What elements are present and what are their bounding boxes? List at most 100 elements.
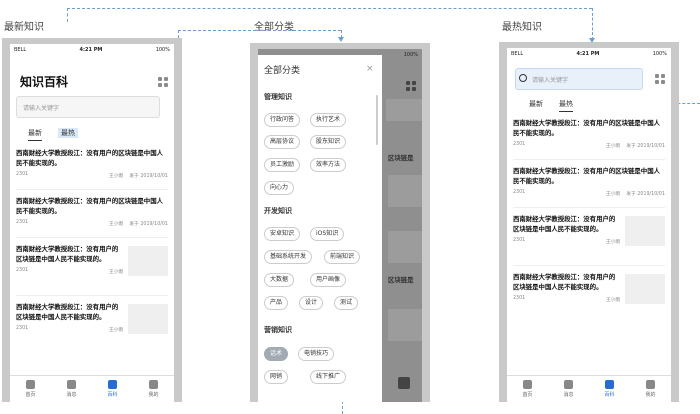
chip-efficiency[interactable]: 效率方法 (310, 158, 347, 172)
article-title: 西南财经大学教授段江：没有用户的区块链是中国人民不能实现的。 (16, 197, 163, 215)
arrow-to-middle-screen (338, 37, 344, 42)
view-count: 2301 (16, 326, 29, 331)
tab-strip: 最新 最热 (28, 128, 78, 141)
tabbar-label: 我的 (645, 392, 656, 398)
dimmed-thumbnail (388, 231, 422, 263)
article-thumbnail (128, 246, 168, 276)
list-item[interactable]: 西南财经大学教授段江：没有用户的区块链是中国人民不能实现的。 2301 王小雨 … (513, 214, 665, 246)
section-label-development: 开发知识 (264, 207, 292, 215)
view-count: 2301 (16, 172, 29, 177)
article-title: 西南财经大学教授段江：没有用户的区块链是中国人民不能实现的。 (16, 303, 119, 321)
chip-telesales[interactable]: 电销技巧 (298, 347, 335, 361)
chip-frontend[interactable]: 前端知识 (324, 250, 361, 264)
tabbar-label: 我的 (148, 392, 159, 398)
date: 发于 2019/10/01 (626, 192, 665, 197)
chip-user-profile[interactable]: 用户画像 (310, 273, 347, 287)
home-icon (25, 380, 35, 389)
chip-employee-incentive[interactable]: 员工激励 (264, 158, 301, 172)
list-item[interactable]: 西南财经大学教授段江：没有用户的区块链是中国人民不能实现的。 2301 王小雨 … (513, 166, 665, 197)
connector-left-stub (67, 8, 68, 22)
tabbar-wiki[interactable]: 百科 (107, 380, 118, 398)
chip-big-data[interactable]: 大数据 (264, 273, 295, 287)
connector-to-middle (178, 30, 341, 31)
bottom-tab-bar: 首页 消息 百科 我的 (507, 375, 671, 402)
article-thumbnail (625, 216, 665, 246)
author: 王小雨 (605, 192, 621, 197)
list-item[interactable]: 西南财经大学教授段江：没有用户的区块链是中国人民不能实现的。 2301 王小雨 … (16, 148, 168, 179)
battery: 100% (652, 51, 667, 57)
chip-design[interactable]: 设计 (299, 296, 324, 310)
tabbar-home[interactable]: 首页 (522, 380, 533, 398)
scrollbar[interactable] (376, 95, 378, 145)
message-icon (66, 380, 76, 389)
tab-hottest[interactable]: 最热 (58, 128, 78, 138)
view-count: 2301 (16, 268, 29, 273)
list-item[interactable]: 西南财经大学教授段江：没有用户的区块链是中国人民不能实现的。 2301 王小雨 … (16, 244, 168, 276)
page-title: 知识百科 (20, 75, 69, 89)
list-item[interactable]: 西南财经大学教授段江：没有用户的区块链是中国人民不能实现的。 2301 王小雨 … (513, 118, 665, 149)
category-grid-icon[interactable] (655, 74, 665, 84)
list-item[interactable]: 西南财经大学教授段江：没有用户的区块链是中国人民不能实现的。 2301 王小雨 … (513, 272, 665, 304)
view-count: 2301 (16, 220, 29, 225)
phone-hottest: BELL 4:21 PM 100% 请输入关键字 最新 最热 西南财经大学教授段… (499, 42, 679, 402)
connector-right-drop (592, 8, 593, 40)
tabbar-wiki[interactable]: 百科 (604, 380, 615, 398)
tab-latest[interactable]: 最新 (529, 99, 543, 109)
tab-hottest[interactable]: 最热 (559, 99, 573, 112)
search-input[interactable]: 请输入关键字 (16, 96, 160, 118)
category-grid-icon[interactable] (158, 77, 168, 87)
article-meta: 2301 王小雨 发于 2019/10/01 (16, 220, 168, 227)
tabbar-profile[interactable]: 我的 (645, 380, 656, 398)
divider (513, 159, 665, 160)
list-item[interactable]: 西南财经大学教授段江：没有用户的区块链是中国人民不能实现的。 2301 王小雨 … (16, 302, 168, 334)
section-label-management: 管理知识 (264, 93, 292, 101)
view-count: 2301 (513, 142, 526, 147)
chip-base-system[interactable]: 基础系统开发 (264, 250, 313, 264)
battery: 100% (403, 52, 418, 58)
tabbar-label: 首页 (25, 392, 36, 398)
phone-all-categories: 100% 区块链是 区块链是 全部分类 × 管理知识 行政问答 执行艺术 高层协… (250, 43, 430, 402)
chip-offline-promotion[interactable]: 线下推广 (310, 370, 347, 384)
status-bar: BELL 4:21 PM 100% (507, 48, 671, 60)
category-grid-icon (406, 81, 416, 91)
chip-shareholder[interactable]: 股东知识 (310, 135, 347, 149)
phone-latest: BELL 4:21 PM 100% 知识百科 请输入关键字 最新 最热 西南财经… (2, 38, 182, 402)
list-item[interactable]: 西南财经大学教授段江：没有用户的区块链是中国人民不能实现的。 2301 王小雨 … (16, 196, 168, 227)
dimmed-thumbnail (388, 309, 422, 341)
author: 王小雨 (108, 222, 124, 227)
screen-all-categories: 100% 区块链是 区块链是 全部分类 × 管理知识 行政问答 执行艺术 高层协… (258, 49, 422, 402)
divider (513, 207, 665, 208)
screen-latest: BELL 4:21 PM 100% 知识百科 请输入关键字 最新 最热 西南财经… (10, 44, 174, 402)
chip-execution-art[interactable]: 执行艺术 (310, 113, 347, 127)
chip-product[interactable]: 产品 (264, 296, 289, 310)
tab-latest[interactable]: 最新 (28, 128, 42, 141)
chip-testing[interactable]: 测试 (334, 296, 359, 310)
chip-executive-agreement[interactable]: 高层协议 (264, 135, 301, 149)
time: 4:21 PM (79, 47, 103, 53)
view-count: 2301 (513, 238, 526, 243)
author: 王小雨 (108, 328, 124, 333)
close-icon[interactable]: × (366, 64, 374, 74)
tabbar-home[interactable]: 首页 (25, 380, 36, 398)
chip-cohesion[interactable]: 向心力 (264, 181, 295, 195)
user-icon (645, 380, 655, 389)
article-title: 西南财经大学教授段江：没有用户的区块链是中国人民不能实现的。 (513, 273, 616, 291)
tabbar-messages[interactable]: 消息 (563, 380, 574, 398)
article-title: 西南财经大学教授段江：没有用户的区块链是中国人民不能实现的。 (16, 245, 119, 263)
tabbar-label: 百科 (604, 392, 615, 398)
date: 发于 2019/10/01 (626, 144, 665, 149)
chip-sales-script[interactable]: 话术 (264, 347, 289, 361)
chip-online-sales[interactable]: 网销 (264, 370, 289, 384)
chip-ios[interactable]: iOS知识 (310, 227, 345, 241)
connector-top (67, 8, 592, 9)
author: 王小雨 (605, 144, 621, 149)
status-bar: BELL 4:21 PM 100% (10, 44, 174, 56)
search-input[interactable]: 请输入关键字 (515, 68, 643, 90)
date: 发于 2019/10/01 (129, 222, 168, 227)
author: 王小雨 (108, 174, 124, 179)
category-drawer: 全部分类 × 管理知识 行政问答 执行艺术 高层协议 股东知识 员工激励 效率方… (258, 55, 382, 402)
tabbar-messages[interactable]: 消息 (66, 380, 77, 398)
chip-admin-qa[interactable]: 行政问答 (264, 113, 301, 127)
chip-android[interactable]: 安卓知识 (264, 227, 301, 241)
tabbar-profile[interactable]: 我的 (148, 380, 159, 398)
